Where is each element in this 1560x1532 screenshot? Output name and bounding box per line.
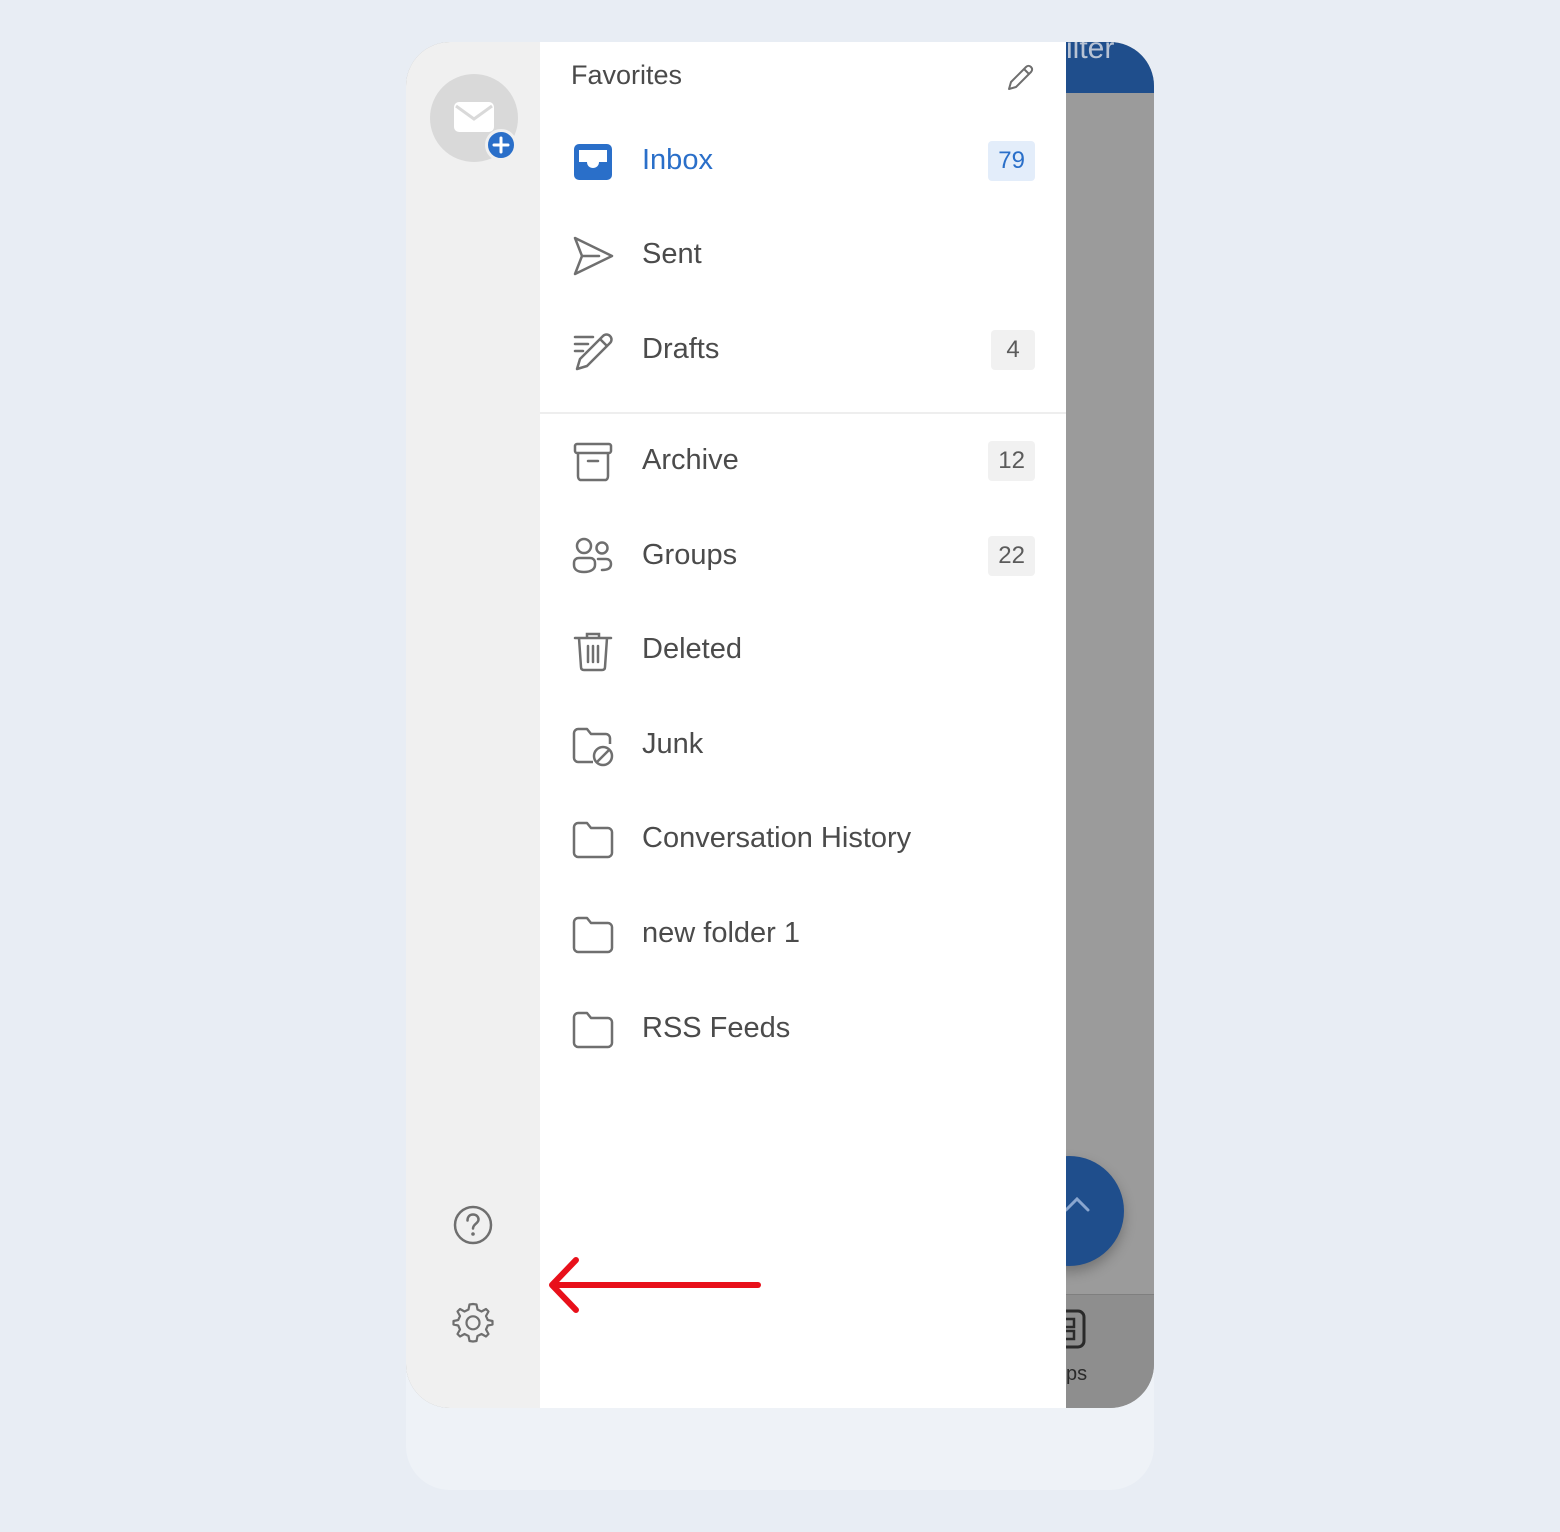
mail-app-screen: ilter ps Favorites Inbox 79 Sent Drafts … (406, 42, 1154, 1408)
folder-label: Junk (642, 728, 704, 760)
folder-item-groups[interactable]: Groups 22 (540, 517, 1066, 597)
count-badge: 22 (988, 536, 1035, 576)
count-badge: 12 (988, 441, 1035, 481)
left-arrow-icon (549, 1257, 761, 1313)
drafts-icon (573, 333, 613, 371)
favorites-title: Favorites (571, 60, 683, 90)
background-tab-bar: ps (1066, 1294, 1154, 1408)
archive-icon (573, 442, 613, 482)
help-button[interactable] (452, 1204, 494, 1246)
folder-item-inbox[interactable]: Inbox 79 (540, 122, 1066, 202)
section-divider (540, 412, 1066, 414)
background-tab-label: ps (1066, 1363, 1088, 1385)
folder-drawer: Favorites Inbox 79 Sent Drafts 4 Archive… (540, 42, 1066, 1408)
unread-count-badge: 79 (988, 141, 1035, 181)
folder-label: Groups (642, 539, 738, 571)
folder-item-conversation-history[interactable]: Conversation History (540, 800, 1066, 880)
folder-item-junk[interactable]: Junk (540, 706, 1066, 786)
edit-favorites-button[interactable] (1004, 62, 1036, 94)
folder-icon (572, 916, 614, 954)
mail-icon (454, 102, 494, 132)
background-header-text: ilter (1066, 42, 1115, 65)
groups-icon (572, 537, 613, 574)
settings-button[interactable] (452, 1301, 494, 1343)
plus-icon (485, 129, 517, 161)
count-badge: 4 (991, 330, 1035, 370)
help-circle-icon (453, 1205, 493, 1245)
folder-label: Conversation History (642, 822, 912, 854)
trash-icon (573, 632, 613, 672)
folder-item-deleted[interactable]: Deleted (540, 611, 1066, 691)
folder-item-archive[interactable]: Archive 12 (540, 422, 1066, 502)
folder-label: Inbox (642, 144, 713, 176)
folder-item-new-folder-1[interactable]: new folder 1 (540, 895, 1066, 975)
send-icon (573, 236, 614, 276)
inbox-icon (574, 144, 612, 180)
folder-label: Archive (642, 444, 739, 476)
folder-item-rss-feeds[interactable]: RSS Feeds (540, 990, 1066, 1070)
folder-icon (572, 821, 614, 859)
apps-icon (1066, 1309, 1086, 1349)
gear-icon (452, 1302, 494, 1343)
folder-label: Drafts (642, 333, 720, 365)
folder-item-sent[interactable]: Sent (540, 216, 1066, 296)
folder-label: Deleted (642, 633, 742, 665)
folder-icon (572, 1011, 614, 1049)
junk-folder-icon (572, 727, 614, 767)
account-rail (406, 42, 540, 1408)
folder-label: RSS Feeds (642, 1012, 791, 1044)
add-account-button[interactable] (430, 74, 518, 162)
folder-item-drafts[interactable]: Drafts 4 (540, 311, 1066, 391)
background-header: ilter (1066, 42, 1154, 93)
folder-label: new folder 1 (642, 917, 800, 949)
folder-label: Sent (642, 238, 702, 270)
chevron-up-icon (1064, 1196, 1090, 1212)
pencil-icon (1008, 64, 1034, 90)
